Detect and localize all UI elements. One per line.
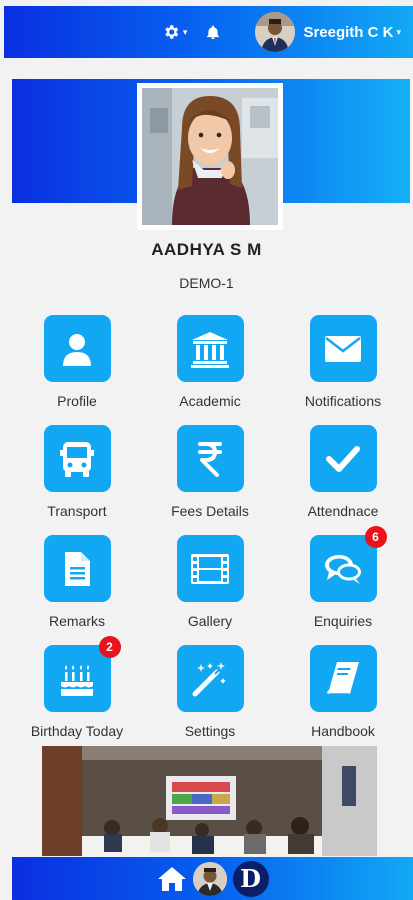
menu-label: Fees Details	[171, 503, 249, 519]
avatar	[255, 12, 296, 52]
check-icon	[326, 445, 360, 472]
chevron-down-icon: ▾	[182, 26, 188, 37]
book-icon	[327, 661, 359, 695]
magic-wand-icon	[192, 661, 226, 696]
student-photo[interactable]	[137, 83, 283, 230]
menu-label: Remarks	[48, 613, 105, 629]
menu-item-transport[interactable]: Transport	[12, 425, 142, 519]
menu-item-attendance[interactable]: Attendnace	[278, 425, 408, 519]
menu-label: Transport	[47, 503, 107, 519]
birthday-cake-icon	[61, 664, 93, 696]
gear-icon	[165, 25, 179, 39]
bell-icon	[207, 25, 220, 39]
school-logo-button[interactable]: D	[232, 860, 269, 897]
enquiries-count-badge: 6	[364, 526, 387, 548]
menu-item-enquiries[interactable]: 6 Enquiries	[278, 526, 408, 629]
menu-label: Enquiries	[313, 613, 373, 629]
notifications-bell[interactable]	[205, 24, 221, 41]
school-logo: D	[232, 860, 269, 897]
bus-icon	[60, 441, 94, 477]
bottom-navigation-bar: D	[12, 857, 413, 900]
menu-item-notifications[interactable]: Notifications	[278, 315, 408, 409]
student-name: AADHYA S M	[151, 240, 262, 259]
menu-item-settings[interactable]: Settings	[145, 645, 275, 739]
chat-bubbles-icon	[325, 554, 361, 584]
menu-label: Notifications	[304, 393, 382, 409]
menu-item-profile[interactable]: Profile	[12, 315, 142, 409]
chevron-down-icon: ▾	[396, 26, 401, 37]
menu-item-handbook[interactable]: Handbook	[278, 645, 408, 739]
home-icon	[157, 866, 186, 891]
top-header: ▾ Sreegith C K ▾	[4, 6, 413, 58]
user-icon	[63, 333, 91, 366]
home-button[interactable]	[157, 866, 187, 892]
menu-label: Gallery	[187, 613, 233, 629]
menu-label: Profile	[57, 393, 97, 409]
menu-label: Birthday Today	[30, 723, 124, 739]
profile-avatar-button[interactable]	[192, 861, 227, 896]
birthday-count-badge: 2	[98, 636, 121, 658]
institution-icon	[191, 331, 229, 368]
settings-dropdown[interactable]: ▾	[162, 23, 188, 41]
menu-item-remarks[interactable]: Remarks	[12, 535, 142, 629]
student-class: DEMO-1	[179, 275, 234, 291]
avatar	[192, 861, 227, 896]
film-icon	[191, 553, 229, 584]
menu-item-fees-details[interactable]: Fees Details	[145, 425, 275, 519]
menu-label: Attendnace	[307, 503, 379, 519]
envelope-icon	[325, 335, 361, 362]
menu-label: Settings	[184, 723, 236, 739]
menu-item-birthday-today[interactable]: 2 Birthday Today	[12, 636, 142, 739]
menu-label: Handbook	[311, 723, 375, 739]
menu-item-academic[interactable]: Academic	[145, 315, 275, 409]
document-icon	[65, 551, 90, 586]
menu-item-gallery[interactable]: Gallery	[145, 535, 275, 629]
user-name: Sreegith C K	[303, 23, 394, 41]
menu-label: Academic	[179, 393, 241, 409]
event-photo[interactable]	[42, 746, 377, 856]
user-menu[interactable]: Sreegith C K ▾	[255, 12, 401, 52]
rupee-icon	[198, 441, 222, 477]
